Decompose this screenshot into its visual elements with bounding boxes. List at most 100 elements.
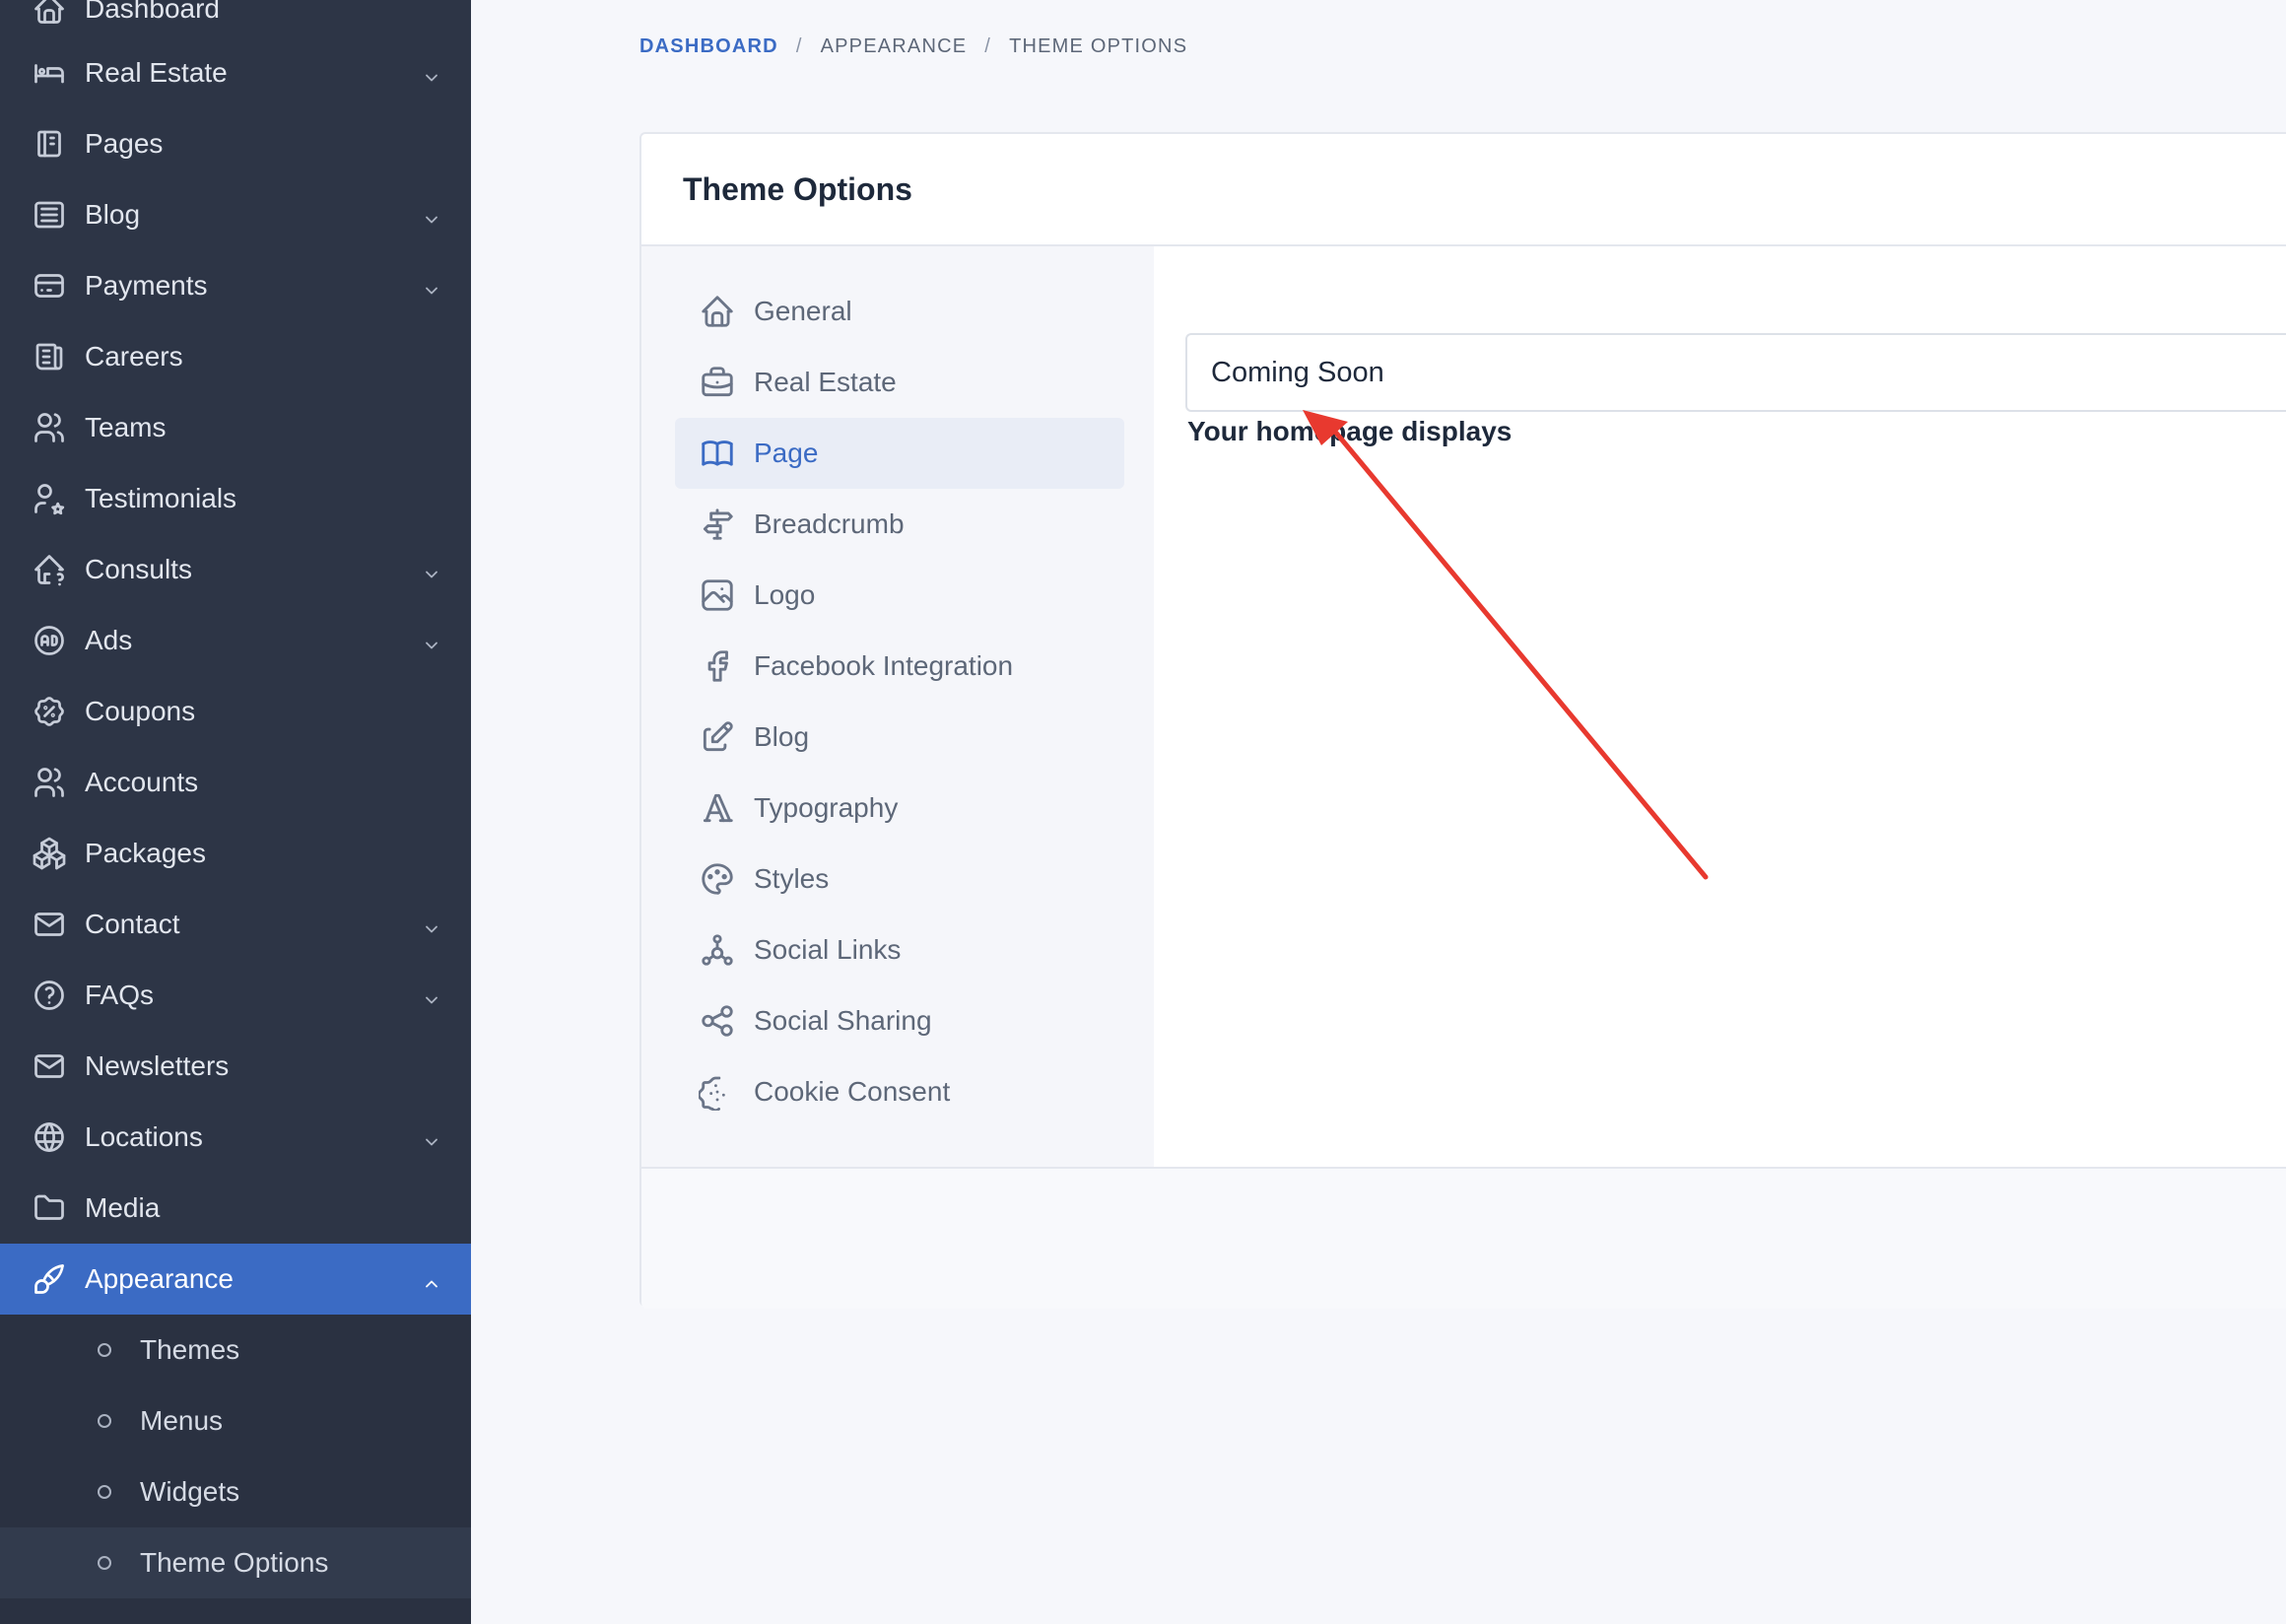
tab-label: Styles	[754, 863, 830, 894]
news-icon	[30, 337, 69, 376]
network-icon	[699, 931, 736, 969]
tab-label: Typography	[754, 792, 899, 823]
sidebar-subitem-label: Themes	[140, 1334, 240, 1365]
tab-label: General	[754, 296, 852, 326]
sidebar-item-label: Real Estate	[85, 57, 228, 88]
chevron-down-icon	[422, 914, 441, 934]
directions-icon	[699, 506, 736, 543]
sidebar-subitem-more[interactable]	[0, 1598, 471, 1624]
notebook-icon	[30, 124, 69, 164]
tab-cookie-consent[interactable]: Cookie Consent	[675, 1056, 1124, 1127]
packages-icon	[30, 834, 69, 873]
sidebar-subitem-widgets[interactable]: Widgets	[0, 1456, 471, 1527]
sidebar-item-label: Packages	[85, 838, 206, 868]
tab-label: Cookie Consent	[754, 1076, 951, 1107]
sidebar-item-newsletters[interactable]: Newsletters	[0, 1031, 471, 1102]
chevron-down-icon	[422, 205, 441, 225]
users-icon	[30, 763, 69, 802]
tab-label: Facebook Integration	[754, 650, 1014, 681]
sidebar-item-label: Consults	[85, 554, 192, 584]
sidebar-item-ads[interactable]: Ads	[0, 605, 471, 676]
page-title: Theme Options	[683, 171, 912, 207]
sidebar-item-label: Dashboard	[85, 0, 220, 24]
breadcrumb-separator: /	[795, 35, 803, 57]
sidebar-item-packages[interactable]: Packages	[0, 818, 471, 889]
sidebar-item-pages[interactable]: Pages	[0, 108, 471, 179]
circle-bullet-icon	[98, 1414, 111, 1428]
tab-label: Breadcrumb	[754, 508, 905, 539]
sidebar-subitem-menus[interactable]: Menus	[0, 1386, 471, 1456]
sidebar-item-faqs[interactable]: FAQs	[0, 960, 471, 1031]
credit-card-icon	[30, 266, 69, 305]
sidebar-item-real-estate[interactable]: Real Estate	[0, 37, 471, 108]
sidebar-item-label: Pages	[85, 128, 164, 159]
circle-bullet-icon	[98, 1343, 111, 1357]
sidebar-item-teams[interactable]: Teams	[0, 392, 471, 463]
sidebar-item-appearance[interactable]: Appearance	[0, 1244, 471, 1315]
sidebar-item-label: Teams	[85, 412, 167, 442]
breadcrumb-dashboard-link[interactable]: Dashboard	[639, 35, 778, 58]
card-header: Theme Options	[641, 134, 2286, 246]
chevron-down-icon	[422, 63, 441, 83]
sidebar-item-payments[interactable]: Payments	[0, 250, 471, 321]
tab-blog[interactable]: Blog	[675, 702, 1124, 773]
tab-breadcrumb[interactable]: Breadcrumb	[675, 489, 1124, 560]
sidebar-item-contact[interactable]: Contact	[0, 889, 471, 960]
tab-page[interactable]: Page	[675, 418, 1124, 489]
mail-icon	[30, 905, 69, 944]
edit-icon	[699, 718, 736, 756]
tab-typography[interactable]: Typography	[675, 773, 1124, 844]
tab-styles[interactable]: Styles	[675, 844, 1124, 914]
article-icon	[30, 195, 69, 235]
sidebar-item-blog[interactable]: Blog	[0, 179, 471, 250]
circle-bullet-icon	[98, 1556, 111, 1570]
sidebar-item-label: Appearance	[85, 1263, 235, 1294]
breadcrumb: Dashboard / Appearance / Theme Options	[639, 35, 1187, 58]
share-icon	[699, 1002, 736, 1040]
home-question-icon	[30, 550, 69, 589]
sidebar-item-locations[interactable]: Locations	[0, 1102, 471, 1173]
card-footer	[641, 1167, 2286, 1309]
facebook-icon	[699, 647, 736, 685]
tab-social-sharing[interactable]: Social Sharing	[675, 985, 1124, 1056]
palette-icon	[699, 860, 736, 898]
typography-icon	[699, 789, 736, 827]
sidebar-subitem-theme-options[interactable]: Theme Options	[0, 1527, 471, 1598]
sidebar-subitem-label: Menus	[140, 1405, 224, 1436]
brush-icon	[30, 1259, 69, 1299]
book-icon	[699, 435, 736, 472]
tab-general[interactable]: General	[675, 276, 1124, 347]
ad-circle-icon	[30, 621, 69, 660]
tab-logo[interactable]: Logo	[675, 560, 1124, 631]
bed-icon	[30, 53, 69, 93]
briefcase-icon	[699, 364, 736, 401]
sidebar-item-label: Locations	[85, 1121, 203, 1152]
home-icon	[30, 0, 69, 29]
tab-label: Page	[754, 438, 819, 468]
sidebar-subitem-themes[interactable]: Themes	[0, 1315, 471, 1386]
homepage-displays-label: Your homepage displays	[1187, 416, 1513, 446]
tab-facebook-integration[interactable]: Facebook Integration	[675, 631, 1124, 702]
tab-label: Blog	[754, 721, 810, 752]
sidebar-item-accounts[interactable]: Accounts	[0, 747, 471, 818]
tab-real-estate[interactable]: Real Estate	[675, 347, 1124, 418]
sidebar-item-label: Media	[85, 1192, 161, 1223]
sidebar-item-careers[interactable]: Careers	[0, 321, 471, 392]
world-icon	[30, 1117, 69, 1157]
tab-label: Logo	[754, 579, 816, 610]
tab-social-links[interactable]: Social Links	[675, 914, 1124, 985]
sidebar-item-consults[interactable]: Consults	[0, 534, 471, 605]
sidebar-item-media[interactable]: Media	[0, 1173, 471, 1244]
discount-icon	[30, 692, 69, 731]
sidebar-item-coupons[interactable]: Coupons	[0, 676, 471, 747]
sidebar-subitem-label: Theme Options	[140, 1547, 329, 1578]
help-circle-icon	[30, 976, 69, 1015]
sidebar-item-label: Accounts	[85, 767, 199, 797]
sidebar-item-label: Testimonials	[85, 483, 237, 513]
breadcrumb-separator: /	[984, 35, 992, 57]
tab-label: Social Sharing	[754, 1005, 932, 1036]
chevron-up-icon	[422, 1269, 441, 1289]
sidebar-item-testimonials[interactable]: Testimonials	[0, 463, 471, 534]
user-star-icon	[30, 479, 69, 518]
homepage-displays-select[interactable]: Coming Soon	[1185, 333, 2286, 412]
